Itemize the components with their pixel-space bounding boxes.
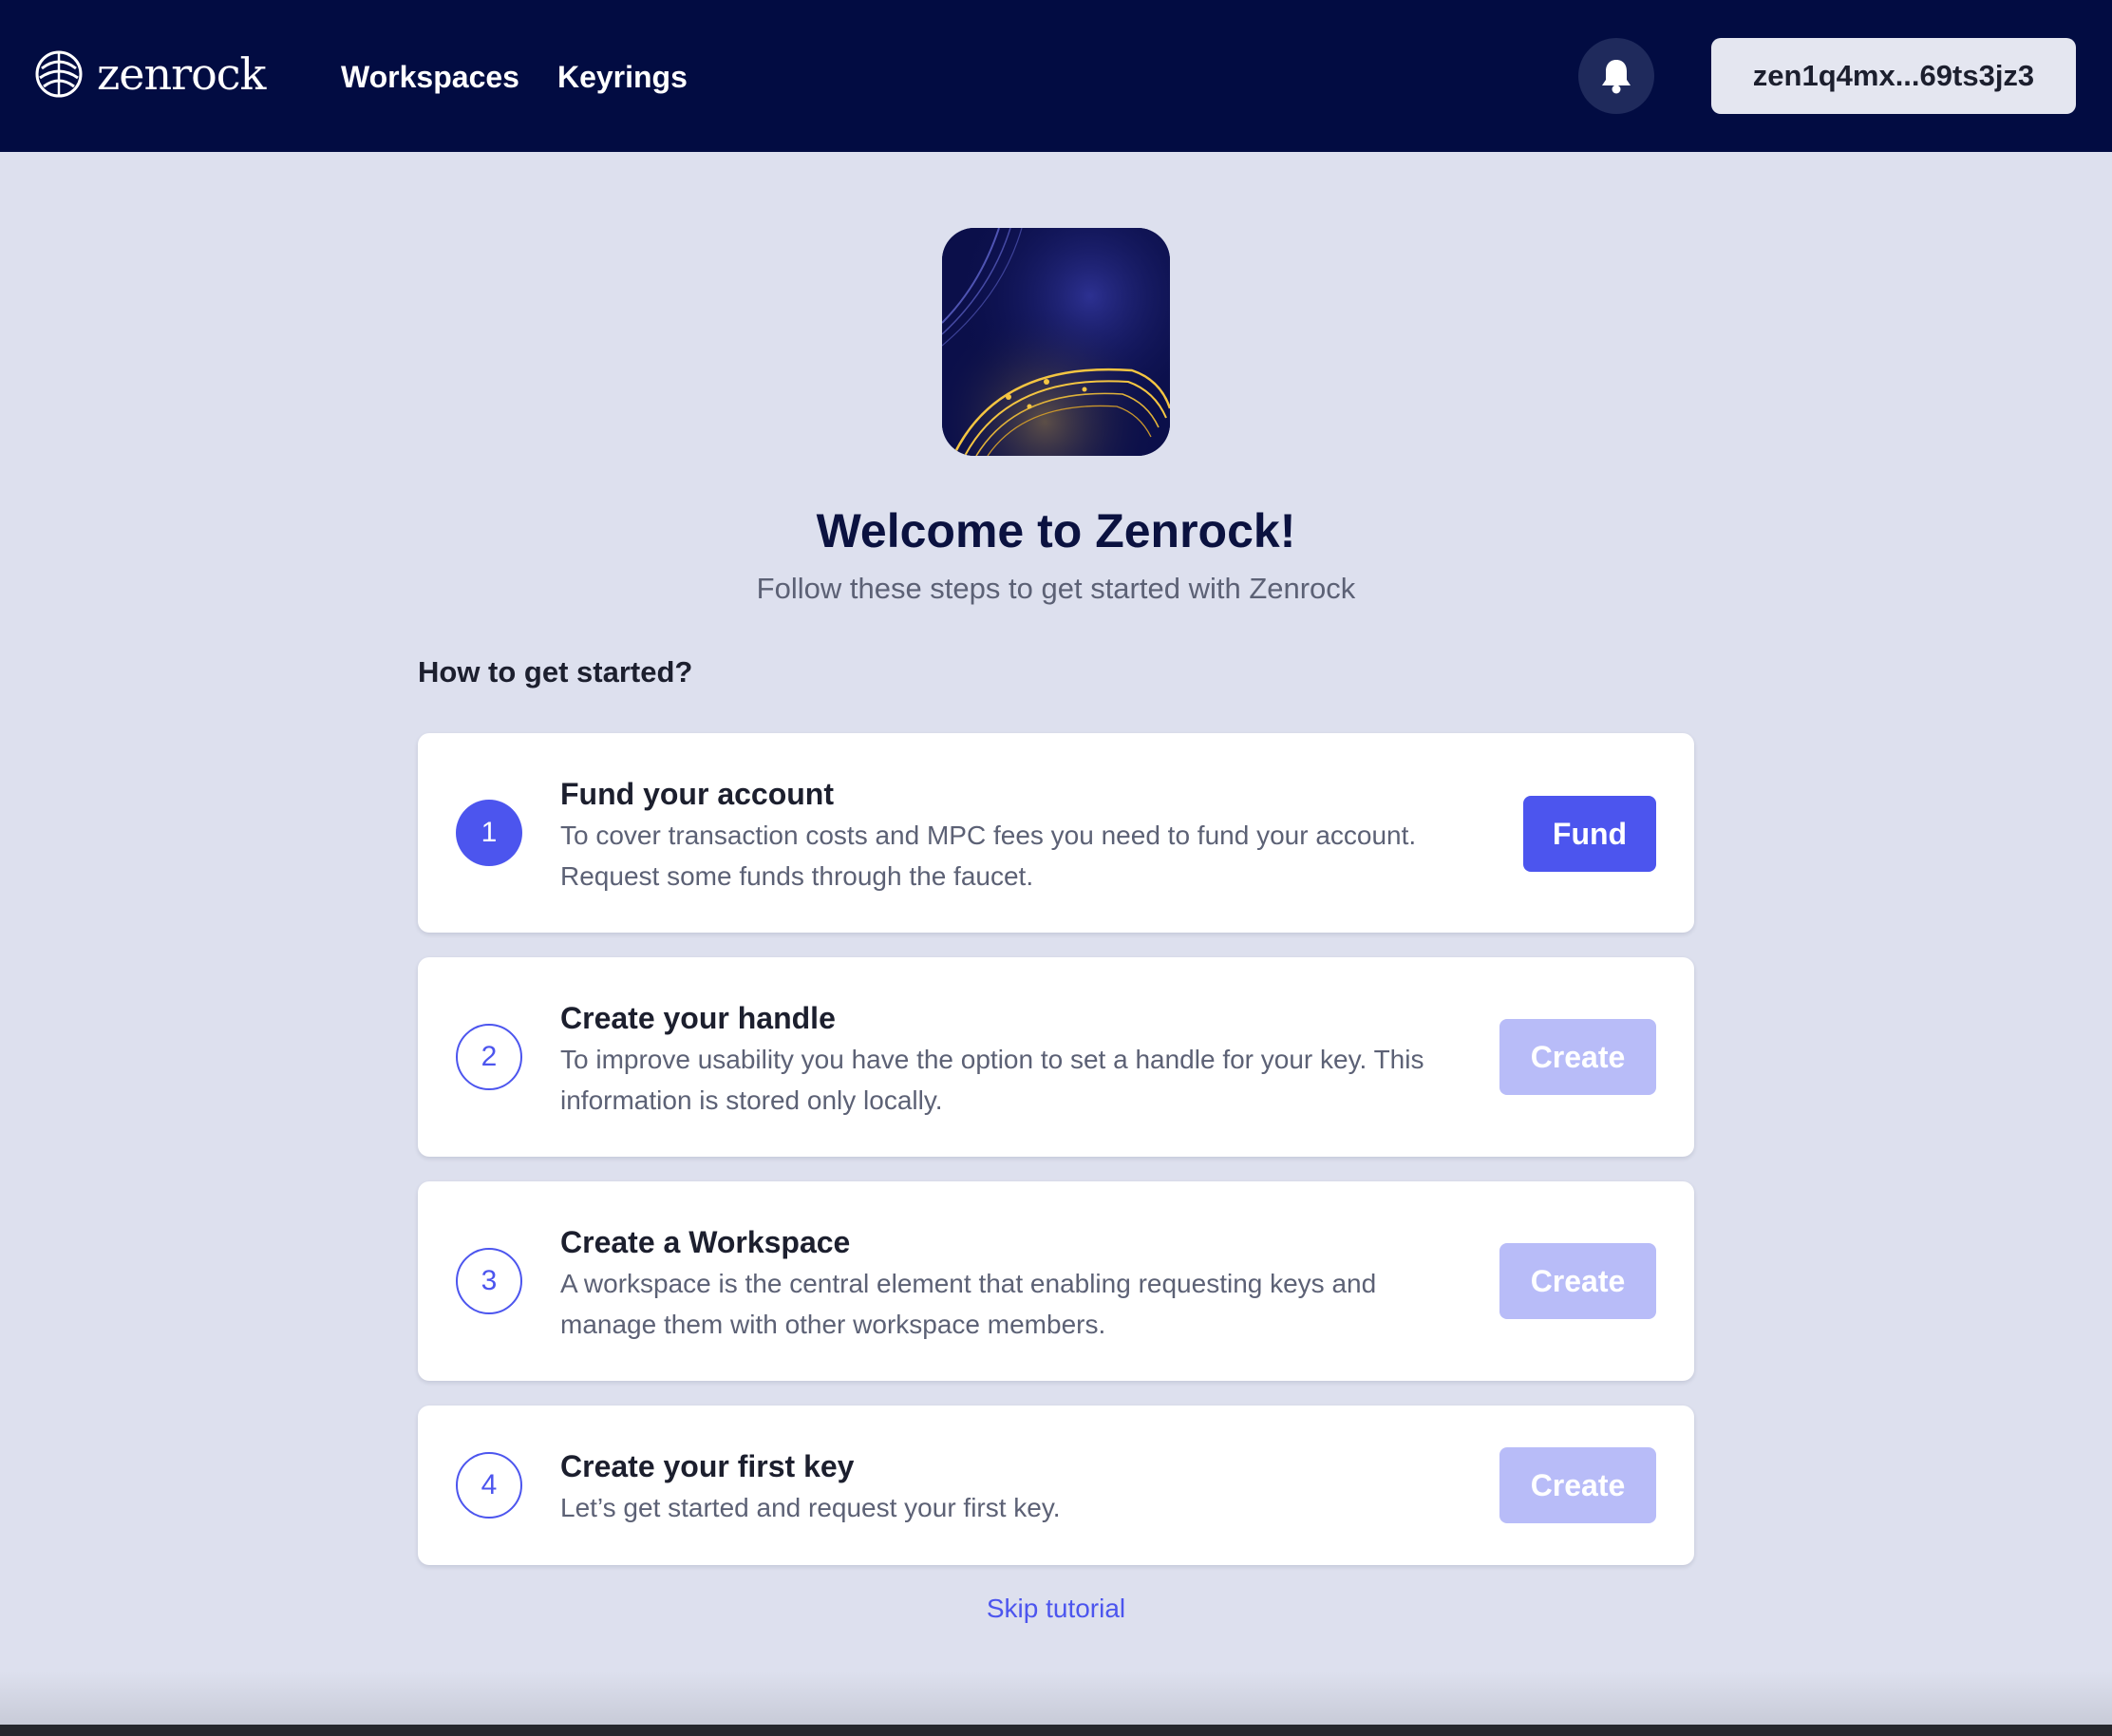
fund-button[interactable]: Fund — [1523, 796, 1656, 872]
step-card-create-handle: 2 Create your handle To improve usabilit… — [418, 957, 1694, 1157]
zenrock-logo[interactable]: zenrock — [34, 48, 266, 100]
step-card-fund-account: 1 Fund your account To cover transaction… — [418, 733, 1694, 933]
step-text: Create a Workspace A workspace is the ce… — [560, 1221, 1472, 1345]
account-address-button[interactable]: zen1q4mx...69ts3jz3 — [1711, 38, 2076, 114]
step-number-badge: 1 — [456, 800, 522, 866]
step-description: A workspace is the central element that … — [560, 1269, 1377, 1339]
step-text: Fund your account To cover transaction c… — [560, 773, 1472, 896]
nav-keyrings[interactable]: Keyrings — [557, 55, 688, 99]
welcome-subtitle: Follow these steps to get started with Z… — [756, 572, 1356, 605]
welcome-title: Welcome to Zenrock! — [816, 504, 1296, 557]
step-card-create-key: 4 Create your first key Let’s get starte… — [418, 1406, 1694, 1565]
create-handle-button[interactable]: Create — [1499, 1019, 1656, 1095]
step-title: Create your handle — [560, 1001, 836, 1035]
step-description: To cover transaction costs and MPC fees … — [560, 821, 1417, 891]
bottom-fade — [0, 1671, 2112, 1725]
top-navbar: zenrock Workspaces Keyrings zen1q4mx...6… — [0, 0, 2112, 152]
skip-tutorial-link[interactable]: Skip tutorial — [0, 1590, 2112, 1628]
hero-illustration — [942, 228, 1170, 456]
main-nav: Workspaces Keyrings — [341, 55, 688, 99]
bell-icon — [1602, 60, 1631, 94]
step-number-badge: 4 — [456, 1452, 522, 1519]
zenrock-logo-mark-icon — [35, 50, 83, 98]
step-description: Let’s get started and request your first… — [560, 1493, 1061, 1522]
step-title: Create a Workspace — [560, 1225, 851, 1259]
step-text: Create your first key Let’s get started … — [560, 1445, 1472, 1528]
notifications-button[interactable] — [1578, 38, 1654, 114]
window-bottom-edge — [0, 1725, 2112, 1736]
create-workspace-button[interactable]: Create — [1499, 1243, 1656, 1319]
create-key-button[interactable]: Create — [1499, 1447, 1656, 1523]
step-text: Create your handle To improve usability … — [560, 997, 1472, 1121]
step-number-badge: 3 — [456, 1248, 522, 1314]
nav-workspaces[interactable]: Workspaces — [341, 55, 519, 99]
step-title: Create your first key — [560, 1449, 855, 1483]
step-number-badge: 2 — [456, 1024, 522, 1090]
getting-started-heading: How to get started? — [418, 655, 693, 689]
circuit-arc-illustration — [942, 228, 1170, 456]
step-card-create-workspace: 3 Create a Workspace A workspace is the … — [418, 1181, 1694, 1381]
logo-wordmark: zenrock — [97, 48, 266, 100]
step-title: Fund your account — [560, 777, 834, 811]
step-description: To improve usability you have the option… — [560, 1045, 1424, 1115]
